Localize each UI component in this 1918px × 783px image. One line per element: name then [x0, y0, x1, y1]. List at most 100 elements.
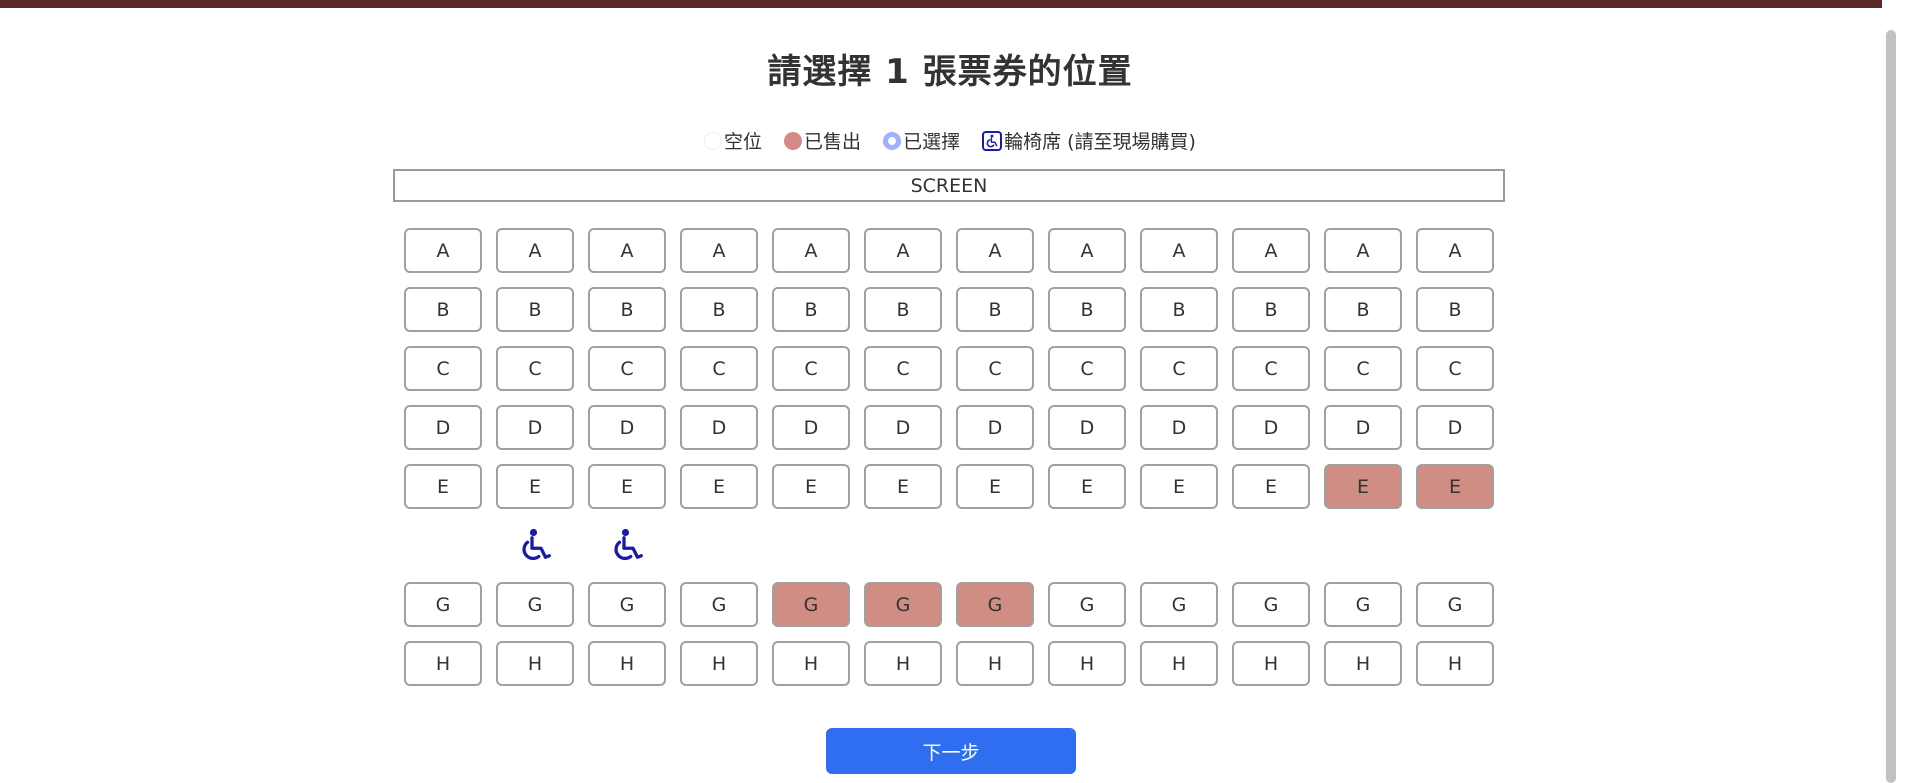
seat-map: AAAAAAAAAAAABBBBBBBBBBBBCCCCCCCCCCCCDDDD… [404, 228, 1494, 700]
seat-a-7[interactable]: A [956, 228, 1034, 273]
seat-e-5[interactable]: E [772, 464, 850, 509]
seat-g-4[interactable]: G [680, 582, 758, 627]
seat-h-7[interactable]: H [956, 641, 1034, 686]
seat-h-6[interactable]: H [864, 641, 942, 686]
seat-g-12[interactable]: G [1416, 582, 1494, 627]
seat-c-6[interactable]: C [864, 346, 942, 391]
seat-b-10[interactable]: B [1232, 287, 1310, 332]
top-bar [0, 0, 1900, 8]
legend-empty-label: 空位 [724, 131, 763, 153]
seat-a-10[interactable]: A [1232, 228, 1310, 273]
seat-d-7[interactable]: D [956, 405, 1034, 450]
empty-slot [680, 523, 758, 568]
seat-c-9[interactable]: C [1140, 346, 1218, 391]
seat-e-2[interactable]: E [496, 464, 574, 509]
seat-h-5[interactable]: H [772, 641, 850, 686]
seat-a-8[interactable]: A [1048, 228, 1126, 273]
seat-b-12[interactable]: B [1416, 287, 1494, 332]
scrollbar-thumb[interactable] [1886, 30, 1896, 783]
seat-h-12[interactable]: H [1416, 641, 1494, 686]
seat-e-8[interactable]: E [1048, 464, 1126, 509]
seat-g-10[interactable]: G [1232, 582, 1310, 627]
seat-b-3[interactable]: B [588, 287, 666, 332]
empty-slot [1416, 523, 1494, 568]
empty-slot [1048, 523, 1126, 568]
seat-h-2[interactable]: H [496, 641, 574, 686]
seat-e-12: E [1416, 464, 1494, 509]
seat-d-5[interactable]: D [772, 405, 850, 450]
seat-selection-page: 請選擇 1 張票券的位置 空位 已售出 已選擇 輪椅席 (請至現場購買) SCR [0, 0, 1900, 783]
seat-g-2[interactable]: G [496, 582, 574, 627]
seat-h-9[interactable]: H [1140, 641, 1218, 686]
seat-c-3[interactable]: C [588, 346, 666, 391]
seat-a-2[interactable]: A [496, 228, 574, 273]
seat-c-11[interactable]: C [1324, 346, 1402, 391]
legend-wheelchair: 輪椅席 (請至現場購買) [982, 127, 1196, 154]
seat-e-10[interactable]: E [1232, 464, 1310, 509]
seat-row-g: GGGGGGGGGGGG [404, 582, 1494, 627]
seat-e-1[interactable]: E [404, 464, 482, 509]
seat-b-1[interactable]: B [404, 287, 482, 332]
seat-row-f [404, 523, 1494, 568]
seat-h-10[interactable]: H [1232, 641, 1310, 686]
seat-h-3[interactable]: H [588, 641, 666, 686]
seat-b-11[interactable]: B [1324, 287, 1402, 332]
seat-b-9[interactable]: B [1140, 287, 1218, 332]
seat-d-11[interactable]: D [1324, 405, 1402, 450]
seat-d-8[interactable]: D [1048, 405, 1126, 450]
seat-h-8[interactable]: H [1048, 641, 1126, 686]
scrollbar[interactable] [1882, 0, 1900, 783]
seat-h-11[interactable]: H [1324, 641, 1402, 686]
seat-legend: 空位 已售出 已選擇 輪椅席 (請至現場購買) [0, 127, 1900, 154]
seat-b-5[interactable]: B [772, 287, 850, 332]
seat-c-2[interactable]: C [496, 346, 574, 391]
seat-d-4[interactable]: D [680, 405, 758, 450]
seat-a-5[interactable]: A [772, 228, 850, 273]
seat-d-6[interactable]: D [864, 405, 942, 450]
seat-e-4[interactable]: E [680, 464, 758, 509]
next-step-button[interactable]: 下一步 [826, 728, 1076, 774]
wheelchair-seat-icon [496, 523, 574, 568]
seat-e-9[interactable]: E [1140, 464, 1218, 509]
seat-c-4[interactable]: C [680, 346, 758, 391]
seat-d-2[interactable]: D [496, 405, 574, 450]
empty-slot [1232, 523, 1310, 568]
seat-a-12[interactable]: A [1416, 228, 1494, 273]
seat-h-1[interactable]: H [404, 641, 482, 686]
seat-c-8[interactable]: C [1048, 346, 1126, 391]
seat-a-11[interactable]: A [1324, 228, 1402, 273]
seat-b-6[interactable]: B [864, 287, 942, 332]
seat-a-3[interactable]: A [588, 228, 666, 273]
seat-c-5[interactable]: C [772, 346, 850, 391]
seat-g-11[interactable]: G [1324, 582, 1402, 627]
seat-c-1[interactable]: C [404, 346, 482, 391]
seat-d-10[interactable]: D [1232, 405, 1310, 450]
seat-a-6[interactable]: A [864, 228, 942, 273]
seat-g-5: G [772, 582, 850, 627]
seat-b-4[interactable]: B [680, 287, 758, 332]
seat-d-3[interactable]: D [588, 405, 666, 450]
seat-d-1[interactable]: D [404, 405, 482, 450]
seat-a-4[interactable]: A [680, 228, 758, 273]
seat-g-8[interactable]: G [1048, 582, 1126, 627]
seat-d-12[interactable]: D [1416, 405, 1494, 450]
seat-c-7[interactable]: C [956, 346, 1034, 391]
empty-seat-icon [704, 131, 723, 150]
seat-g-3[interactable]: G [588, 582, 666, 627]
seat-c-12[interactable]: C [1416, 346, 1494, 391]
seat-d-9[interactable]: D [1140, 405, 1218, 450]
seat-g-1[interactable]: G [404, 582, 482, 627]
seat-e-3[interactable]: E [588, 464, 666, 509]
seat-b-2[interactable]: B [496, 287, 574, 332]
legend-selected-label: 已選擇 [903, 131, 961, 153]
seat-e-7[interactable]: E [956, 464, 1034, 509]
seat-g-9[interactable]: G [1140, 582, 1218, 627]
seat-b-7[interactable]: B [956, 287, 1034, 332]
seat-b-8[interactable]: B [1048, 287, 1126, 332]
seat-a-9[interactable]: A [1140, 228, 1218, 273]
seat-e-6[interactable]: E [864, 464, 942, 509]
seat-a-1[interactable]: A [404, 228, 482, 273]
seat-h-4[interactable]: H [680, 641, 758, 686]
seat-e-11: E [1324, 464, 1402, 509]
seat-c-10[interactable]: C [1232, 346, 1310, 391]
